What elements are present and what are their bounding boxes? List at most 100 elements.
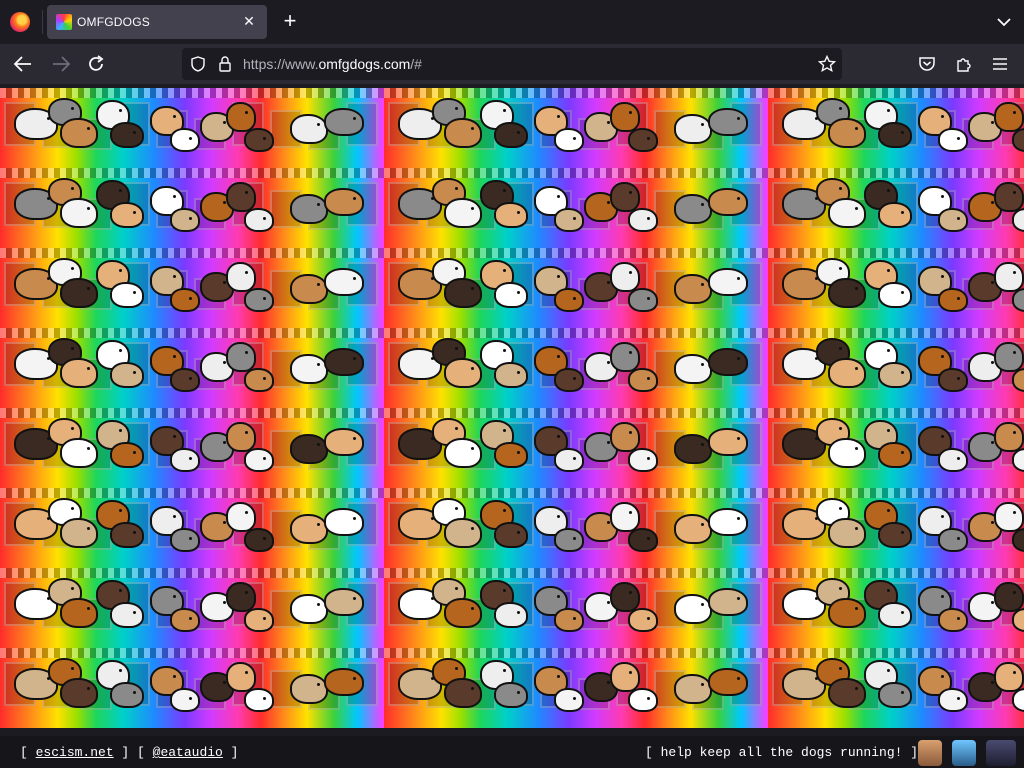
dogs-text-stripe [768, 648, 1024, 658]
close-tab-icon[interactable]: ✕ [239, 11, 259, 31]
pocket-icon[interactable] [918, 55, 936, 73]
dog-eye [839, 187, 842, 190]
dog-sprite [708, 348, 748, 376]
dog-sprite [554, 288, 584, 312]
footer-bar: [ escism.net ] [ @eataudio ] [ help keep… [0, 736, 1024, 768]
dog-eye [647, 297, 650, 300]
dog-eye [701, 523, 704, 526]
dog-sprite [324, 348, 364, 376]
dog-eye [517, 131, 520, 134]
dog-eye [133, 131, 136, 134]
dog-sprite [828, 678, 866, 708]
chevron-down-icon[interactable] [994, 12, 1014, 32]
dog-eye [189, 137, 192, 140]
dog-sprite [494, 362, 528, 388]
shield-icon[interactable] [190, 56, 206, 72]
dog-sprite [994, 502, 1024, 532]
back-arrow-icon[interactable] [12, 54, 34, 74]
dog-sprite [610, 342, 640, 372]
dog-eye [629, 191, 632, 194]
puzzle-icon[interactable] [955, 55, 973, 73]
dog-eye [701, 283, 704, 286]
dog-eye [737, 437, 740, 440]
url-bar[interactable]: https://www.omfgdogs.com/# [182, 48, 842, 80]
dog-sprite [110, 122, 144, 148]
dog-sprite [244, 128, 274, 152]
dogs-text-stripe [0, 88, 384, 98]
dog-eye [573, 457, 576, 460]
bracket-separator: ] [ [113, 745, 153, 760]
dog-eye [353, 357, 356, 360]
dog-sprite [938, 368, 968, 392]
dog-sprite [610, 102, 640, 132]
eataudio-link[interactable]: @eataudio [153, 745, 223, 760]
dog-eye [189, 617, 192, 620]
dog-eye [701, 683, 704, 686]
dog-eye [629, 511, 632, 514]
dog-eye [647, 617, 650, 620]
dog-sprite [708, 268, 748, 296]
dog-eye [503, 429, 506, 432]
donate-link[interactable]: [ help keep all the dogs running! ] [645, 745, 918, 760]
dog-sprite [554, 208, 584, 232]
dog-eye [737, 357, 740, 360]
url-text[interactable]: https://www.omfgdogs.com/# [243, 56, 422, 72]
dog-eye [245, 511, 248, 514]
dog-sprite [878, 682, 912, 708]
dog-sprite [110, 442, 144, 468]
dog-eye [557, 675, 560, 678]
dogs-text-stripe [384, 248, 768, 258]
dog-eye [957, 537, 960, 540]
dog-eye [855, 607, 858, 610]
dog-eye [887, 109, 890, 112]
dog-eye [471, 127, 474, 130]
star-icon[interactable] [818, 55, 836, 73]
dog-sprite [290, 674, 328, 704]
dog-sprite [226, 262, 256, 292]
dog-sprite [110, 602, 144, 628]
dog-sprite [226, 582, 256, 612]
dog-eye [573, 297, 576, 300]
dog-eye [353, 197, 356, 200]
dog-sprite [494, 602, 528, 628]
dog-eye [1013, 271, 1016, 274]
dog-eye [629, 351, 632, 354]
dog-sprite [244, 528, 274, 552]
dog-sprite [170, 128, 200, 152]
dog-eye [245, 591, 248, 594]
dog-eye [647, 137, 650, 140]
hamburger-menu-icon[interactable] [991, 56, 1009, 72]
dog-eye [941, 675, 944, 678]
rainbow-dog-tile [768, 488, 1024, 568]
dog-sprite [60, 118, 98, 148]
dog-eye [471, 287, 474, 290]
dog-eye [1013, 431, 1016, 434]
dog-eye [71, 427, 74, 430]
dog-eye [557, 115, 560, 118]
tab-omfgdogs[interactable]: OMFGDOGS ✕ [47, 5, 267, 39]
lock-icon[interactable] [218, 55, 232, 73]
dog-eye [189, 217, 192, 220]
dog-eye [503, 589, 506, 592]
dog-eye [855, 367, 858, 370]
dog-sprite [444, 518, 482, 548]
rainbow-dog-tile [384, 408, 768, 488]
dog-sprite [674, 514, 712, 544]
dog-sprite [708, 508, 748, 536]
forward-arrow-icon[interactable] [50, 54, 72, 74]
dog-sprite [994, 102, 1024, 132]
reload-icon[interactable] [86, 54, 106, 74]
dog-eye [855, 447, 858, 450]
escism-link[interactable]: escism.net [36, 745, 114, 760]
dog-sprite [708, 428, 748, 456]
dog-eye [317, 603, 320, 606]
dog-eye [471, 367, 474, 370]
dog-eye [737, 117, 740, 120]
firefox-logo-icon[interactable] [10, 12, 30, 32]
dogs-text-stripe [384, 408, 768, 418]
dog-eye [839, 507, 842, 510]
new-tab-button[interactable]: + [278, 10, 302, 34]
dog-eye [263, 217, 266, 220]
dog-sprite [170, 688, 200, 712]
dog-eye [957, 137, 960, 140]
